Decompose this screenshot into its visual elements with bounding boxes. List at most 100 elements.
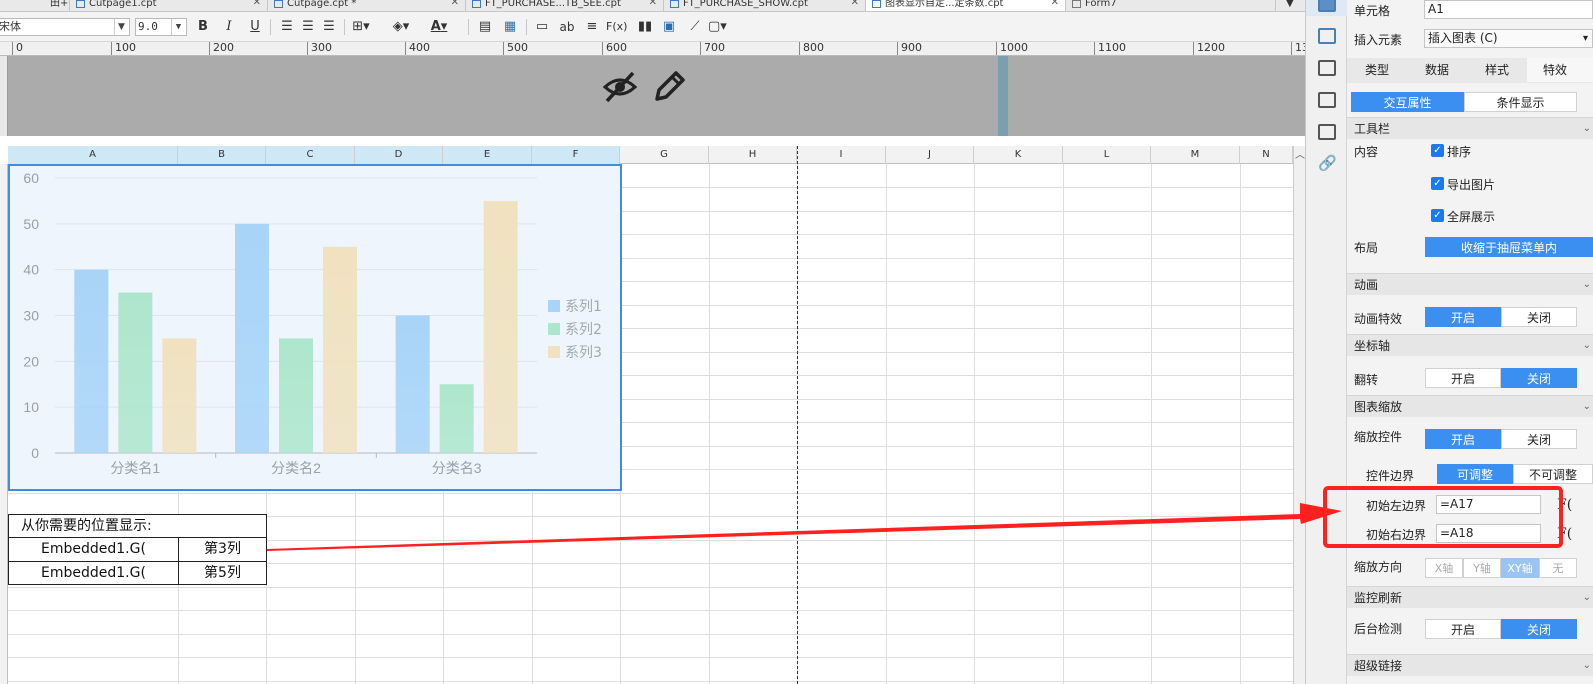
zoom-dir-y[interactable]: Y轴 <box>1463 558 1501 578</box>
border-fixed-toggle[interactable]: 不可调整 <box>1513 464 1593 484</box>
zoom-control-off-toggle[interactable]: 关闭 <box>1501 429 1577 449</box>
image-icon[interactable]: ▣ <box>660 18 678 36</box>
chevron-up-icon[interactable]: ︿ <box>1295 146 1305 161</box>
close-icon[interactable]: ✕ <box>253 0 261 8</box>
tab-form7[interactable]: Form7 <box>1066 0 1276 11</box>
tab-effects[interactable]: 特效 <box>1527 58 1593 82</box>
close-icon[interactable]: ✕ <box>649 0 657 8</box>
table-formula-cell[interactable]: Embedded1.G( <box>8 561 179 585</box>
tab-purchase-see[interactable]: FT_PURCHASE...TB_SEE.cpt ✕ <box>466 0 664 11</box>
tab-type[interactable]: 类型 <box>1347 58 1407 82</box>
column-header[interactable]: D <box>355 146 443 164</box>
column-header[interactable]: M <box>1151 146 1240 164</box>
bold-button[interactable]: B <box>194 18 212 36</box>
text-color-button[interactable]: A▾ <box>430 18 448 36</box>
align-right-icon[interactable]: ☰ <box>320 18 338 36</box>
section-animation[interactable]: 动画 ⌄ <box>1347 273 1593 295</box>
grid-icon[interactable]: ▦ <box>501 18 519 36</box>
section-axis[interactable]: 坐标轴 ⌄ <box>1347 334 1593 356</box>
column-header[interactable]: N <box>1240 146 1293 164</box>
column-header[interactable]: K <box>974 146 1063 164</box>
align-left-icon[interactable]: ☰ <box>278 18 296 36</box>
insert-element-select[interactable]: 插入图表 (C) ▾ <box>1424 29 1593 48</box>
animation-on-toggle[interactable]: 开启 <box>1425 307 1501 327</box>
cell-address-input[interactable]: A1 <box>1424 0 1593 19</box>
rich-text-icon[interactable]: ≡ <box>583 18 601 36</box>
grid-row-line <box>8 587 1293 588</box>
fill-color-icon[interactable]: ◈▾ <box>392 18 410 36</box>
section-chart-zoom[interactable]: 图表缩放 ⌄ <box>1347 395 1593 417</box>
cell-property-icon[interactable] <box>1318 0 1336 12</box>
layout-select[interactable]: 收缩于抽屉菜单内 <box>1425 237 1593 257</box>
zoom-dir-x[interactable]: X轴 <box>1425 558 1463 578</box>
flip-off-toggle[interactable]: 关闭 <box>1501 368 1577 388</box>
font-family-select[interactable]: 宋体 ▼ <box>0 18 130 36</box>
slash-icon[interactable]: ⟋ <box>686 18 704 36</box>
column-header[interactable]: I <box>797 146 886 164</box>
table-formula-cell[interactable]: Embedded1.G( <box>8 537 179 562</box>
table-title-cell[interactable]: 从你需要的位置显示: <box>8 514 267 538</box>
italic-button[interactable]: I <box>220 18 238 36</box>
border-icon[interactable]: ⊞▾ <box>352 18 370 36</box>
merge-cell-icon[interactable]: ▭ <box>533 18 551 36</box>
legend-label: 系列1 <box>565 299 602 315</box>
column-header[interactable]: G <box>620 146 709 164</box>
close-icon[interactable]: ✕ <box>1051 0 1059 8</box>
text-cell-button[interactable]: ab <box>558 18 576 36</box>
section-monitor-refresh[interactable]: 监控刷新 ⌄ <box>1347 586 1593 608</box>
cell-element-icon[interactable] <box>1318 28 1336 44</box>
hidden-eye-icon[interactable] <box>602 70 638 104</box>
tab-purchase-show[interactable]: FT_PURCHASE_SHOW.cpt ✕ <box>664 0 866 11</box>
chevron-down-icon: ▼ <box>1286 0 1294 9</box>
link-icon[interactable]: 🔗 <box>1318 154 1338 172</box>
column-header[interactable]: F <box>532 146 620 164</box>
float-element-icon[interactable] <box>1318 60 1336 76</box>
bg-check-on-toggle[interactable]: 开启 <box>1425 619 1501 639</box>
sub-report-icon[interactable]: ▢▾ <box>708 18 727 36</box>
subtab-interaction[interactable]: 交互属性 <box>1351 92 1464 112</box>
section-toolbar[interactable]: 工具栏 ⌄ <box>1347 117 1593 139</box>
column-header[interactable]: H <box>709 146 797 164</box>
animation-off-toggle[interactable]: 关闭 <box>1501 307 1577 327</box>
chevron-down-icon: ⌄ <box>1582 123 1591 134</box>
new-tab-button[interactable]: 田+ <box>0 0 70 11</box>
underline-button[interactable]: U <box>246 18 264 36</box>
close-icon[interactable]: ✕ <box>451 0 459 8</box>
zoom-control-on-toggle[interactable]: 开启 <box>1425 429 1501 449</box>
tab-data[interactable]: 数据 <box>1407 58 1467 82</box>
flip-on-toggle[interactable]: 开启 <box>1425 368 1501 388</box>
column-header[interactable]: B <box>178 146 266 164</box>
checkbox-export-image[interactable]: ✓ <box>1431 177 1444 190</box>
widget-icon[interactable] <box>1318 92 1336 108</box>
bar-chart-icon[interactable]: ▮▮ <box>636 18 654 36</box>
tab-chart-custom[interactable]: 图表显示自定...定条数.cpt ✕ <box>866 0 1066 11</box>
embedded-bar-chart[interactable]: 0 10 20 30 40 50 60 分类名1 分类名2 分类名3 系列1 系列2 系列3 <box>8 164 622 491</box>
zoom-dir-xy[interactable]: XY轴 <box>1501 558 1539 578</box>
vertical-scrollbar[interactable]: ︿ <box>1293 146 1305 684</box>
bg-check-off-toggle[interactable]: 关闭 <box>1501 619 1577 639</box>
pencil-icon[interactable] <box>652 70 686 104</box>
condition-icon[interactable] <box>1318 124 1336 140</box>
close-icon[interactable]: ✕ <box>851 0 859 8</box>
font-size-select[interactable]: 9.0 ▼ <box>135 18 187 36</box>
checkbox-sort[interactable]: ✓ <box>1431 144 1444 157</box>
tab-cutpage[interactable]: Cutpage.cpt * ✕ <box>268 0 466 11</box>
insert-row-icon[interactable]: ▤ <box>476 18 494 36</box>
table-value-cell[interactable]: 第3列 <box>178 537 267 562</box>
tab-list-dropdown[interactable]: ▼ <box>1276 0 1305 11</box>
column-header[interactable]: J <box>886 146 974 164</box>
section-hyperlink[interactable]: 超级链接 ⌄ <box>1347 654 1593 676</box>
column-header[interactable]: C <box>266 146 355 164</box>
checkbox-fullscreen[interactable]: ✓ <box>1431 209 1444 222</box>
tab-style[interactable]: 样式 <box>1467 58 1527 82</box>
table-value-cell[interactable]: 第5列 <box>178 561 267 585</box>
align-center-icon[interactable]: ☰ <box>299 18 317 36</box>
column-header[interactable]: A <box>8 146 178 164</box>
subtab-condition-display[interactable]: 条件显示 <box>1464 92 1577 112</box>
column-header[interactable]: E <box>443 146 532 164</box>
formula-button[interactable]: F(x) <box>606 18 627 36</box>
tab-cutpage1[interactable]: Cutpage1.cpt ✕ <box>70 0 268 11</box>
zoom-dir-none[interactable]: 无 <box>1539 558 1577 578</box>
column-header[interactable]: L <box>1063 146 1151 164</box>
border-adjustable-toggle[interactable]: 可调整 <box>1437 464 1513 484</box>
